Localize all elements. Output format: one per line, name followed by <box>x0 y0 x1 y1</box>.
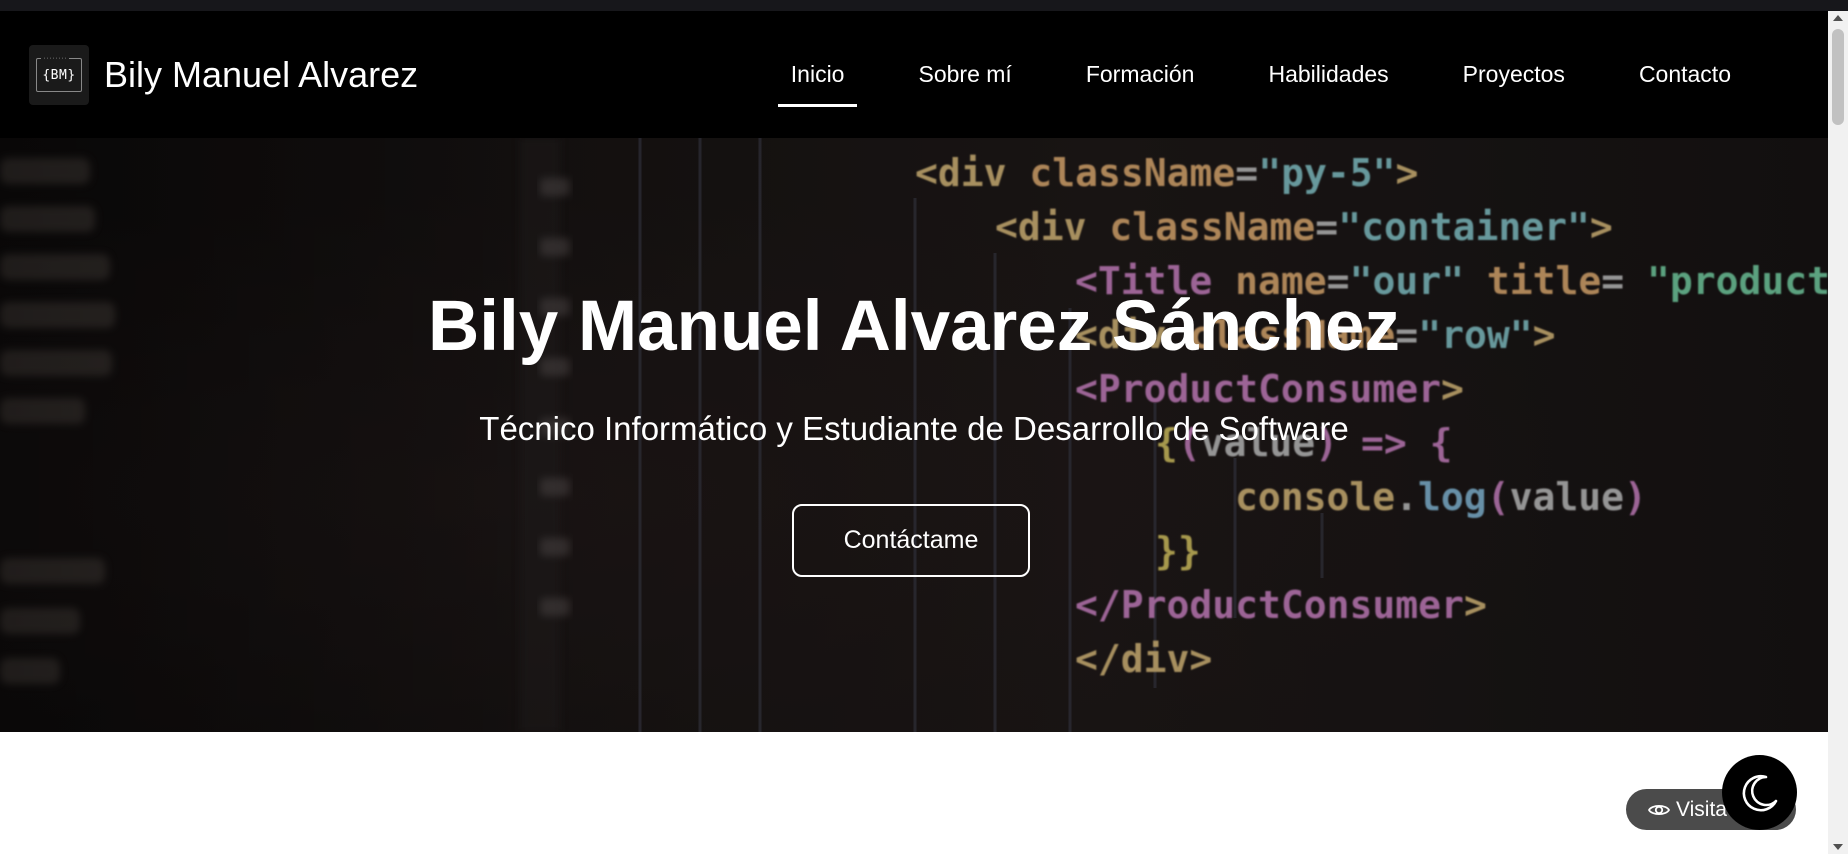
eye-icon <box>1648 804 1670 815</box>
hero-title: Bily Manuel Alvarez Sánchez <box>428 287 1400 366</box>
logo-frame: ········ {BM} <box>36 56 82 92</box>
scroll-down-arrow-icon[interactable] <box>1833 844 1843 850</box>
nav-links: Inicio Sobre mí Formación Habilidades Pr… <box>754 11 1768 138</box>
page-scrollbar[interactable] <box>1828 11 1848 854</box>
contact-button[interactable]: Contáctame <box>792 504 1030 577</box>
moon-icon <box>1742 774 1777 811</box>
nav-item-sobre-mi[interactable]: Sobre mí <box>881 11 1048 138</box>
brand-link[interactable]: ········ {BM} Bily Manuel Alvarez <box>29 45 418 105</box>
logo-dots: ········ <box>41 56 70 62</box>
brand-name: Bily Manuel Alvarez <box>104 54 419 95</box>
hero-section: <div className="py-5"> <div className="co… <box>0 138 1828 732</box>
logo-text: {BM} <box>42 67 76 83</box>
visit-label: Visita <box>1676 797 1727 821</box>
nav-item-formacion[interactable]: Formación <box>1049 11 1232 138</box>
scroll-thumb[interactable] <box>1832 29 1844 125</box>
nav-item-habilidades[interactable]: Habilidades <box>1231 11 1425 138</box>
scroll-up-arrow-icon[interactable] <box>1833 15 1843 21</box>
logo: ········ {BM} <box>29 45 89 105</box>
navbar: ········ {BM} Bily Manuel Alvarez Inicio… <box>0 11 1828 138</box>
nav-item-proyectos[interactable]: Proyectos <box>1426 11 1602 138</box>
nav-item-contacto[interactable]: Contacto <box>1602 11 1768 138</box>
hero-subtitle: Técnico Informático y Estudiante de Desa… <box>479 410 1349 447</box>
top-strip <box>0 0 1848 11</box>
theme-toggle-button[interactable] <box>1722 755 1797 830</box>
nav-item-inicio[interactable]: Inicio <box>754 11 882 138</box>
